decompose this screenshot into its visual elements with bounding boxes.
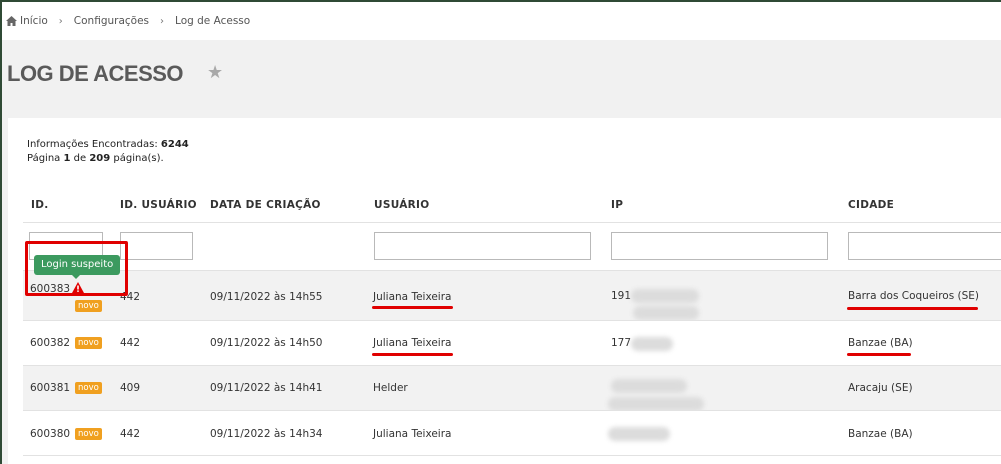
row-user: Helder [373, 382, 408, 394]
breadcrumb-settings-link[interactable]: Configurações [74, 15, 149, 27]
highlight-underline [847, 307, 978, 310]
ip-redacted [633, 306, 699, 320]
row-divider [23, 455, 1001, 456]
top-border [0, 0, 1001, 2]
row-date: 09/11/2022 às 14h50 [210, 337, 323, 349]
row-id: 600380 [30, 428, 71, 440]
ip-redacted [631, 337, 673, 351]
breadcrumb-home-link[interactable]: Início [20, 15, 48, 27]
pagination-info: Página 1 de 209 página(s). [27, 153, 164, 164]
chevron-right-icon: › [58, 15, 63, 27]
highlight-underline [372, 353, 453, 356]
filter-city-input[interactable] [848, 232, 1001, 260]
row-user: Juliana Teixeira [373, 291, 452, 303]
new-badge: novo [75, 382, 102, 394]
new-badge: novo [75, 337, 102, 349]
row-user-id: 442 [120, 337, 141, 349]
home-icon [6, 16, 17, 26]
filter-user-input[interactable] [374, 232, 591, 260]
column-header-id[interactable]: ID. [31, 199, 49, 211]
ip-redacted [608, 427, 670, 441]
row-ip: 177 [611, 337, 632, 349]
row-user-id: 442 [120, 428, 141, 440]
breadcrumb: Início › Configurações › Log de Acesso [6, 15, 250, 27]
header-divider [23, 222, 1001, 223]
breadcrumb-current: Log de Acesso [175, 15, 251, 27]
row-user: Juliana Teixeira [373, 337, 452, 349]
row-date: 09/11/2022 às 14h34 [210, 428, 323, 440]
row-date: 09/11/2022 às 14h41 [210, 382, 323, 394]
new-badge: novo [75, 300, 102, 312]
highlight-underline [847, 353, 911, 356]
row-ip: 191 [611, 290, 632, 302]
ip-redacted [611, 379, 687, 393]
filter-user-id-input[interactable] [120, 232, 193, 260]
new-badge: novo [75, 428, 102, 440]
column-header-ip[interactable]: IP [611, 199, 623, 211]
column-header-user-id[interactable]: ID. USUÁRIO [120, 199, 197, 211]
chevron-right-icon: › [160, 15, 165, 27]
row-city: Banzae (BA) [848, 337, 913, 349]
row-city: Barra dos Coqueiros (SE) [848, 290, 980, 302]
row-id: 600382 [30, 337, 71, 349]
row-user: Juliana Teixeira [373, 428, 452, 440]
star-icon[interactable]: ★ [207, 64, 223, 82]
filter-ip-input[interactable] [611, 232, 828, 260]
row-user-id: 409 [120, 382, 141, 394]
suspicious-login-tooltip: Login suspeito [34, 255, 121, 275]
ip-redacted [631, 289, 699, 303]
row-id: 600381 [30, 382, 71, 394]
row-date: 09/11/2022 às 14h55 [210, 291, 323, 303]
row-city: Aracaju (SE) [848, 382, 913, 394]
page-title: LOG DE ACESSO [7, 61, 184, 86]
ip-redacted [608, 397, 704, 411]
highlight-underline [372, 306, 453, 309]
results-count: Informações Encontradas: 6244 [27, 139, 189, 150]
column-header-city[interactable]: CIDADE [848, 199, 894, 211]
column-header-user[interactable]: USUÁRIO [374, 199, 429, 211]
tooltip-arrow [72, 275, 80, 279]
column-header-created-date[interactable]: DATA DE CRIAÇÃO [210, 199, 321, 211]
row-city: Banzae (BA) [848, 428, 913, 440]
